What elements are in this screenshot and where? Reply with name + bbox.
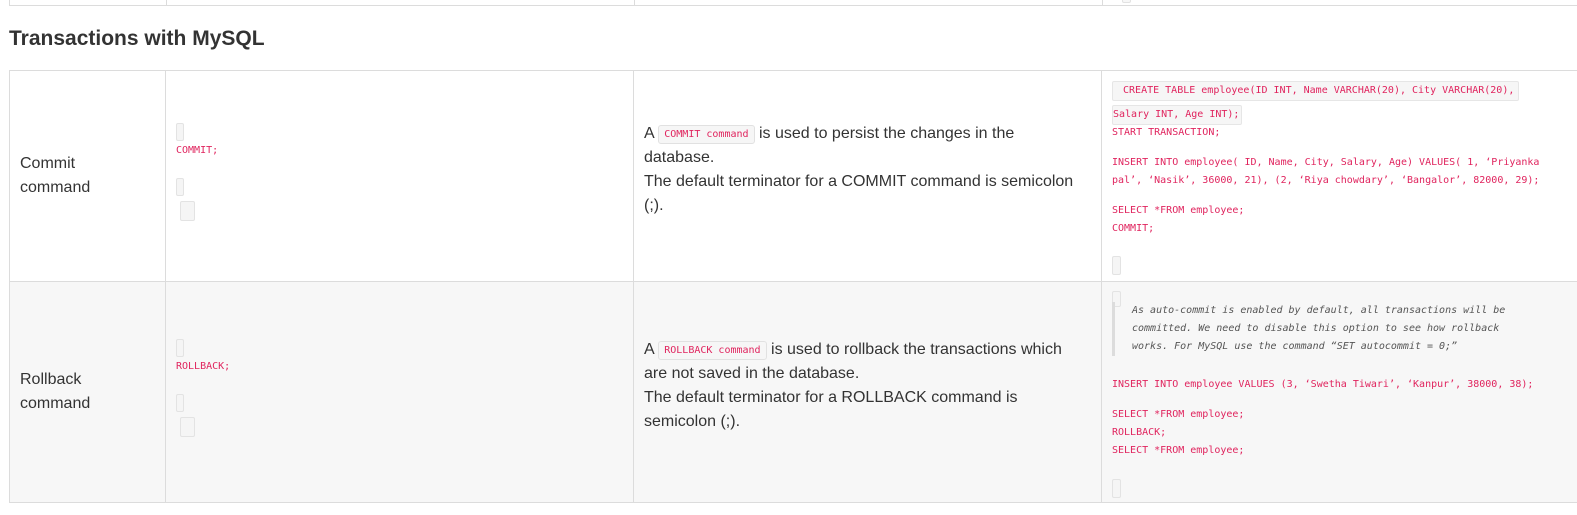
example-code-line: SELECT *FROM employee; — [1112, 205, 1245, 216]
description-text: A — [644, 125, 654, 142]
command-name: Commit command — [20, 152, 160, 200]
inline-code: ROLLBACK command — [658, 341, 767, 360]
example-code-line: INSERT INTO employee( ID, Name, City, Sa… — [1112, 157, 1540, 168]
description-line: semicolon (;). — [644, 413, 741, 430]
description-line: are not saved in the database. — [644, 365, 860, 382]
inline-code: COMMIT command — [658, 125, 755, 144]
command-name-line: command — [20, 179, 91, 196]
description-text: is used to rollback the transactions whi… — [771, 341, 1062, 358]
example-code-line: COMMIT; — [1112, 223, 1155, 234]
command-name-line: command — [20, 395, 91, 412]
note-line: works. For MySQL use the command “SET au… — [1132, 341, 1458, 352]
command-name-cell: Rollback command — [10, 282, 166, 502]
empty-code-block — [176, 123, 184, 141]
example-code-line: Salary INT, Age INT); — [1112, 105, 1243, 125]
example-code-line: CREATE TABLE employee(ID INT, Name VARCH… — [1112, 81, 1520, 101]
description-text: A — [644, 341, 654, 358]
previous-table-bottom — [9, 0, 1577, 6]
description-text: is used to persist the changes in the — [759, 125, 1015, 142]
section-title: Transactions with MySQL — [9, 27, 265, 50]
empty-code-block — [180, 417, 195, 437]
example-cell: As auto-commit is enabled by default, al… — [1102, 282, 1577, 502]
description-line: A ROLLBACK command is used to rollback t… — [644, 338, 1092, 362]
transactions-table: Commit command COMMIT; A COMMIT command … — [9, 70, 1577, 503]
previous-table-divider — [1102, 0, 1103, 6]
example-code-line: ROLLBACK; — [1112, 427, 1167, 438]
empty-code-block — [176, 394, 184, 412]
command-name: Rollback command — [20, 368, 160, 416]
table-row: Rollback command ROLLBACK; A ROLLBACK co… — [9, 281, 1577, 503]
syntax-code: COMMIT; — [176, 145, 219, 156]
command-name-line: Rollback — [20, 371, 82, 388]
table-row: Commit command COMMIT; A COMMIT command … — [9, 70, 1577, 281]
empty-code-block — [1112, 479, 1121, 498]
empty-code-block — [1112, 256, 1121, 275]
example-code-line: INSERT INTO employee VALUES (3, ‘Swetha … — [1112, 379, 1534, 390]
example-cell: CREATE TABLE employee(ID INT, Name VARCH… — [1102, 71, 1577, 281]
note-line: As auto-commit is enabled by default, al… — [1132, 305, 1506, 316]
example-code-line: SELECT *FROM employee; — [1112, 409, 1245, 420]
description-line: The default terminator for a COMMIT comm… — [644, 173, 1074, 190]
previous-table-divider — [634, 0, 635, 6]
description-cell: A ROLLBACK command is used to rollback t… — [634, 282, 1102, 502]
autocommit-note: As auto-commit is enabled by default, al… — [1112, 302, 1562, 356]
previous-table-code-stub — [1122, 0, 1131, 3]
command-description: A ROLLBACK command is used to rollback t… — [644, 338, 1092, 434]
example-code-line: pal’, ‘Nasik’, 36000, 21), (2, ‘Riya cho… — [1112, 175, 1540, 186]
description-line: (;). — [644, 197, 664, 214]
command-name-cell: Commit command — [10, 71, 166, 281]
syntax-code: ROLLBACK; — [176, 361, 231, 372]
note-line: committed. We need to disable this optio… — [1132, 323, 1500, 334]
syntax-cell: COMMIT; — [166, 71, 634, 281]
description-line: database. — [644, 149, 715, 166]
previous-table-divider — [166, 0, 167, 6]
command-name-line: Commit — [20, 155, 76, 172]
description-line: The default terminator for a ROLLBACK co… — [644, 389, 1018, 406]
description-line: A COMMIT command is used to persist the … — [644, 122, 1092, 146]
empty-code-block — [176, 178, 184, 196]
empty-code-block — [176, 339, 184, 357]
command-description: A COMMIT command is used to persist the … — [644, 122, 1092, 218]
description-cell: A COMMIT command is used to persist the … — [634, 71, 1102, 281]
syntax-cell: ROLLBACK; — [166, 282, 634, 502]
example-code-line: START TRANSACTION; — [1112, 127, 1221, 138]
empty-code-block — [180, 201, 195, 221]
example-code-line: SELECT *FROM employee; — [1112, 445, 1245, 456]
